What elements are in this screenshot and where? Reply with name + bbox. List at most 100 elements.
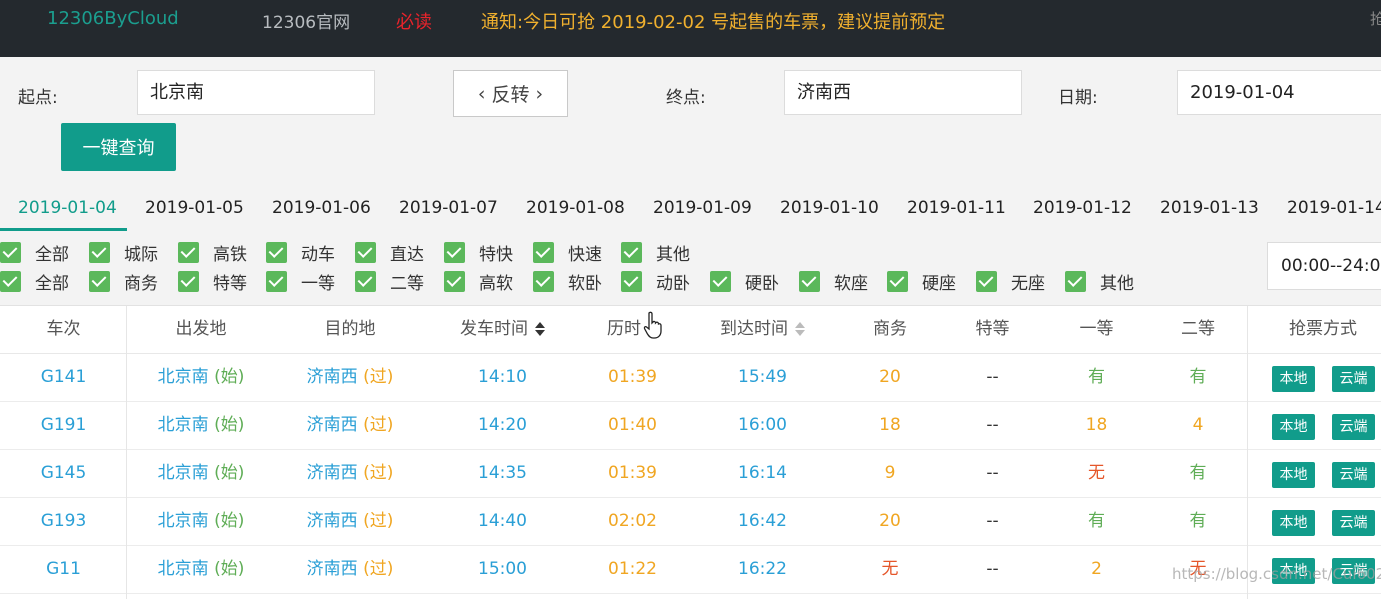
active-tab-indicator bbox=[0, 228, 127, 231]
train-type-checkbox[interactable]: 特快 bbox=[444, 240, 513, 265]
nav-item-cut-off[interactable]: 抢 bbox=[1370, 8, 1381, 29]
from-station-cell: 北京南 (始) bbox=[157, 559, 245, 579]
date-tab[interactable]: 2019-01-12 bbox=[1033, 198, 1132, 218]
duration: 01:40 bbox=[608, 415, 657, 435]
from-station-input[interactable]: 北京南 bbox=[137, 70, 375, 115]
train-type-checkbox[interactable]: 快速 bbox=[533, 240, 602, 265]
official-site-link[interactable]: 12306官网 bbox=[262, 8, 350, 33]
checkbox-checked-icon bbox=[444, 242, 465, 263]
train-table: 车次 出发地 目的地 发车时间 历时 到达时间 商务 特等 一等 二等 抢票方式… bbox=[0, 305, 1381, 599]
seat-type-checkbox[interactable]: 动卧 bbox=[621, 269, 690, 294]
col-header-duration[interactable]: 历时 bbox=[580, 306, 685, 353]
seat-type-checkbox[interactable]: 二等 bbox=[355, 269, 424, 294]
time-range-input[interactable]: 00:00--24:00 bbox=[1267, 242, 1381, 290]
checkbox-checked-icon bbox=[444, 271, 465, 292]
date-tab[interactable]: 2019-01-13 bbox=[1160, 198, 1259, 218]
first-class-seat: 有 bbox=[1088, 511, 1105, 531]
train-type-checkbox[interactable]: 动车 bbox=[266, 240, 335, 265]
table-row: G191 北京南 (始) 济南西 (过) 14:20 01:40 16:00 1… bbox=[0, 402, 1381, 450]
date-tab[interactable]: 2019-01-11 bbox=[907, 198, 1006, 218]
date-tab[interactable]: 2019-01-14 bbox=[1287, 198, 1381, 218]
seat-type-checkbox[interactable]: 高软 bbox=[444, 269, 513, 294]
date-tab[interactable]: 2019-01-09 bbox=[653, 198, 752, 218]
date-tab[interactable]: 2019-01-10 bbox=[780, 198, 879, 218]
checkbox-checked-icon bbox=[89, 242, 110, 263]
seat-type-checkbox[interactable]: 其他 bbox=[1065, 269, 1134, 294]
first-class-seat: 2 bbox=[1091, 559, 1102, 579]
date-tab[interactable]: 2019-01-08 bbox=[526, 198, 625, 218]
col-header-arrive[interactable]: 到达时间 bbox=[685, 306, 840, 353]
swap-stations-button[interactable]: ‹ 反转 › bbox=[453, 70, 568, 117]
sort-caret-icon[interactable] bbox=[795, 322, 805, 336]
checkbox-checked-icon bbox=[887, 271, 908, 292]
train-type-checkbox[interactable]: 直达 bbox=[355, 240, 424, 265]
cloud-grab-button[interactable]: 云端 bbox=[1332, 414, 1375, 440]
cloud-grab-button[interactable]: 云端 bbox=[1332, 366, 1375, 392]
checkbox-label: 其他 bbox=[656, 245, 690, 265]
train-number-link[interactable]: G11 bbox=[0, 546, 127, 593]
table-row: G141 北京南 (始) 济南西 (过) 14:10 01:39 15:49 2… bbox=[0, 354, 1381, 402]
train-type-checkbox[interactable]: 城际 bbox=[89, 240, 158, 265]
seat-type-checkbox[interactable]: 软座 bbox=[799, 269, 868, 294]
seat-type-checkbox[interactable]: 特等 bbox=[178, 269, 247, 294]
arrive-time: 16:42 bbox=[738, 511, 787, 531]
train-type-checkbox[interactable]: 其他 bbox=[621, 240, 690, 265]
col-header-to: 目的地 bbox=[324, 319, 376, 339]
train-number-link[interactable]: G145 bbox=[0, 450, 127, 497]
date-tab[interactable]: 2019-01-04 bbox=[18, 198, 117, 218]
local-grab-button[interactable]: 本地 bbox=[1272, 366, 1315, 392]
seat-type-checkbox[interactable]: 无座 bbox=[976, 269, 1045, 294]
seat-type-checkbox[interactable]: 硬座 bbox=[887, 269, 956, 294]
seat-type-checkbox[interactable]: 全部 bbox=[0, 269, 69, 294]
col-header-depart[interactable]: 发车时间 bbox=[425, 306, 580, 353]
seat-type-checkbox[interactable]: 软卧 bbox=[533, 269, 602, 294]
to-station-input[interactable]: 济南西 bbox=[784, 70, 1022, 115]
checkbox-label: 商务 bbox=[124, 274, 158, 294]
seat-type-checkbox[interactable]: 一等 bbox=[266, 269, 335, 294]
seat-type-checkbox[interactable]: 硬卧 bbox=[710, 269, 779, 294]
local-grab-button[interactable]: 本地 bbox=[1272, 510, 1315, 536]
checkbox-label: 特等 bbox=[213, 274, 247, 294]
date-tab[interactable]: 2019-01-06 bbox=[272, 198, 371, 218]
seat-type-checkbox[interactable]: 商务 bbox=[89, 269, 158, 294]
from-label: 起点: bbox=[18, 88, 58, 108]
first-class-seat: 无 bbox=[1088, 463, 1105, 483]
date-tab[interactable]: 2019-01-05 bbox=[145, 198, 244, 218]
train-type-checkbox[interactable]: 全部 bbox=[0, 240, 69, 265]
train-type-checkbox[interactable]: 高铁 bbox=[178, 240, 247, 265]
must-read-link[interactable]: 必读 bbox=[396, 8, 432, 34]
train-number-link[interactable]: G193 bbox=[0, 498, 127, 545]
duration: 01:22 bbox=[608, 559, 657, 579]
sort-caret-icon[interactable] bbox=[535, 322, 545, 336]
checkbox-checked-icon bbox=[266, 242, 287, 263]
train-number-link[interactable]: G191 bbox=[0, 402, 127, 449]
query-button[interactable]: 一键查询 bbox=[61, 123, 176, 171]
checkbox-label: 直达 bbox=[390, 245, 424, 265]
checkbox-checked-icon bbox=[355, 271, 376, 292]
to-station-cell: 济南西 (过) bbox=[306, 415, 394, 435]
table-header: 车次 出发地 目的地 发车时间 历时 到达时间 商务 特等 一等 二等 抢票方式 bbox=[0, 306, 1381, 354]
date-input[interactable]: 2019-01-04 bbox=[1177, 70, 1381, 115]
notice-text: 通知:今日可抢 2019-02-02 号起售的车票，建议提前预定 bbox=[481, 12, 946, 33]
date-tab[interactable]: 2019-01-07 bbox=[399, 198, 498, 218]
date-label: 日期: bbox=[1058, 88, 1098, 108]
train-number-link[interactable]: G141 bbox=[0, 354, 127, 401]
column-divider bbox=[1247, 306, 1248, 599]
top-nav-bar: 12306ByCloud 12306官网 必读 通知:今日可抢 2019-02-… bbox=[0, 0, 1381, 57]
arrive-time: 16:14 bbox=[738, 463, 787, 483]
col-header-train-no: 车次 bbox=[46, 319, 81, 339]
cloud-grab-button[interactable]: 云端 bbox=[1332, 510, 1375, 536]
arrive-time: 16:22 bbox=[738, 559, 787, 579]
first-class-seat: 18 bbox=[1085, 415, 1108, 435]
checkbox-label: 高铁 bbox=[213, 245, 247, 265]
local-grab-button[interactable]: 本地 bbox=[1272, 414, 1315, 440]
duration: 02:02 bbox=[608, 511, 657, 531]
from-station-cell: 北京南 (始) bbox=[157, 463, 245, 483]
depart-time: 14:10 bbox=[478, 367, 527, 387]
local-grab-button[interactable]: 本地 bbox=[1272, 462, 1315, 488]
brand-logo-text[interactable]: 12306ByCloud bbox=[47, 8, 179, 29]
cloud-grab-button[interactable]: 云端 bbox=[1332, 462, 1375, 488]
checkbox-checked-icon bbox=[266, 271, 287, 292]
arrive-time: 16:00 bbox=[738, 415, 787, 435]
second-class-seat: 有 bbox=[1189, 511, 1207, 531]
